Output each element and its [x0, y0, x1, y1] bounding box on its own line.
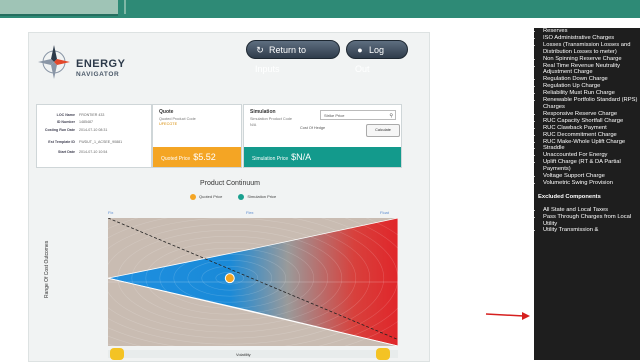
- included-item: Reserves: [543, 28, 640, 35]
- legend-quoted-marker: [190, 194, 196, 200]
- info-value: 2014-07-10 10:54: [79, 149, 108, 154]
- simulation-price-value: $N/A: [291, 152, 312, 162]
- info-key: Costing Run Date: [44, 128, 75, 132]
- info-row: Costing Run Date 2014-07-10 08:31: [37, 125, 151, 135]
- quoted-price-marker[interactable]: [224, 273, 235, 284]
- red-arrow-icon: [485, 312, 530, 320]
- refresh-icon: ↻: [256, 45, 264, 55]
- quoted-price-bar: Quoted Price $5.52: [153, 147, 241, 167]
- tick-label-fix: Fix: [108, 210, 114, 215]
- included-item: Uplift Charge (RT & DA Partial Payments): [543, 159, 640, 173]
- strike-price-input[interactable]: Strike Price ⚲: [320, 110, 396, 120]
- info-key: ID Number: [56, 119, 75, 124]
- info-key: Est Template ID: [48, 139, 75, 144]
- included-item: Real Time Revenue Neutrality Adjustment …: [543, 63, 640, 77]
- excluded-item: All State and Local Taxes: [543, 207, 640, 214]
- strike-price-placeholder: Strike Price: [324, 113, 345, 118]
- excluded-components-list: All State and Local TaxesPass Through Ch…: [534, 207, 640, 235]
- top-bar-tab[interactable]: [0, 0, 118, 16]
- slider-left-handle[interactable]: [110, 348, 124, 360]
- included-item: ISO Administrative Charges: [543, 35, 640, 42]
- legend-simulation-label: Simulation Price: [247, 194, 277, 200]
- search-icon[interactable]: ⚲: [389, 111, 393, 121]
- legend-item-simulation: Simulation Price: [238, 194, 276, 200]
- tick-label-flex: Flex: [246, 210, 254, 215]
- energy-navigator-logo: ENERGY NAVIGATOR: [36, 42, 126, 82]
- logo-line2: NAVIGATOR: [76, 71, 120, 78]
- info-value: 2014-07-10 08:31: [79, 128, 108, 132]
- included-item: RUC Make-Whole Uplift Charge: [543, 139, 640, 146]
- info-row: LOC Name FRONTIER 433: [37, 111, 151, 118]
- tick-label-float: Float: [380, 210, 389, 215]
- legend-simulation-marker: [238, 194, 245, 200]
- excluded-item: Utility Transmission &: [543, 227, 640, 234]
- simulation-price-label: Simulation Price: [252, 156, 289, 162]
- return-to-inputs-button[interactable]: ↻ Return to Inputs: [246, 40, 340, 74]
- chart-ylabel: Range Of Cost Outcomes: [44, 240, 50, 298]
- included-components-list: ReservesISO Administrative ChargesLosses…: [534, 28, 640, 187]
- included-item: Renewable Portfolio Standard (RPS) Charg…: [543, 97, 640, 111]
- included-item: Volumetric Swing Provision: [543, 180, 640, 187]
- excluded-components-title: Excluded Components: [538, 193, 601, 200]
- included-item: RUC Decommitment Charge: [543, 132, 640, 139]
- chart-title: Product Continuum: [200, 180, 260, 187]
- info-value: FRONTIER 433: [79, 112, 105, 117]
- cost-of-hedge-label: Cost Of Hedge: [300, 126, 326, 130]
- top-bar: [0, 0, 640, 18]
- quoted-price-label: Quoted Price: [161, 156, 191, 162]
- info-key: Start Date: [58, 149, 75, 154]
- quote-card: Quote Quoted Product Code UFECGTE Quoted…: [152, 104, 242, 168]
- simulation-price-bar: Simulation Price $N/A: [244, 147, 401, 167]
- info-value: FWDUT_1_ACSEE_90881: [79, 139, 123, 144]
- info-value: 1485487: [79, 119, 93, 124]
- logout-button[interactable]: ● Log Out: [346, 40, 408, 74]
- chart-xlabel: Volatility: [236, 352, 251, 357]
- legend-item-quoted: Quoted Price: [190, 194, 222, 200]
- quoted-product-code-value: UFECGTE: [159, 122, 178, 126]
- included-item: Regulation Down Charge: [543, 76, 640, 83]
- volatility-slider[interactable]: [108, 348, 398, 360]
- included-item: Voltage Support Charge: [543, 173, 640, 180]
- components-panel: ReservesISO Administrative ChargesLosses…: [534, 28, 640, 360]
- info-row: ID Number 1485487: [37, 118, 151, 125]
- included-item: Regulation Up Charge: [543, 83, 640, 90]
- included-item: Unaccounted For Energy: [543, 152, 640, 159]
- product-continuum-chart: [108, 218, 398, 346]
- top-bar-divider: [124, 0, 126, 14]
- included-item: Responsive Reserve Charge: [543, 111, 640, 118]
- quoted-price-value: $5.52: [193, 152, 216, 162]
- slider-track: [108, 350, 398, 358]
- included-item: Reliability Must Run Charge: [543, 90, 640, 97]
- info-row: Est Template ID FWDUT_1_ACSEE_90881: [37, 135, 151, 148]
- loc-info-card: LOC Name FRONTIER 433 ID Number 1485487 Co…: [36, 104, 152, 168]
- excluded-item: Pass Through Charges from Local Utility: [543, 214, 640, 228]
- included-item: Straddle: [543, 145, 640, 152]
- calculate-button[interactable]: Calculate: [366, 124, 400, 137]
- chart-legend: Quoted Price Simulation Price: [190, 194, 276, 200]
- included-item: RUC Capacity Shortfall Charge: [543, 118, 640, 125]
- info-key: LOC Name: [56, 112, 75, 117]
- included-item: RUC Clawback Payment: [543, 125, 640, 132]
- slider-right-handle[interactable]: [376, 348, 390, 360]
- info-row: Start Date 2014-07-10 10:54: [37, 148, 151, 155]
- legend-quoted-label: Quoted Price: [199, 194, 223, 200]
- user-icon: ●: [357, 45, 363, 55]
- quote-title: Quote: [159, 109, 174, 115]
- included-item: Losses (Transmission Losses and Distribu…: [543, 42, 640, 56]
- logo-line1: ENERGY: [76, 58, 126, 70]
- compass-star-icon: [38, 45, 70, 79]
- included-item: Non Spinning Reserve Charge: [543, 56, 640, 63]
